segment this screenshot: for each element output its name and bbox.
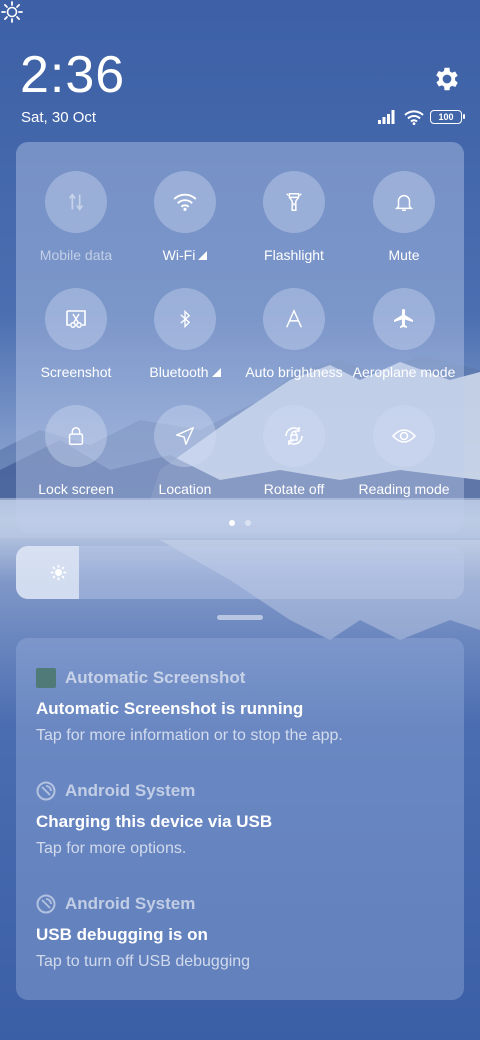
flashlight-icon	[286, 193, 302, 211]
page-dot[interactable]	[245, 520, 251, 526]
tile-flashlight[interactable]: Flashlight	[239, 171, 349, 263]
rotate-lock-icon	[285, 427, 303, 445]
page-indicator[interactable]	[16, 520, 464, 526]
eye-icon	[391, 429, 417, 443]
submenu-indicator-icon[interactable]	[198, 251, 208, 260]
notification-panel: Automatic Screenshot Automatic Screensho…	[16, 638, 464, 1000]
auto-brightness-icon	[285, 308, 303, 328]
brightness-slider[interactable]	[16, 546, 464, 599]
wifi-icon	[404, 109, 424, 125]
sun-low-icon	[50, 564, 67, 581]
airplane-icon	[394, 309, 413, 328]
notification-text: Tap for more options.	[36, 840, 187, 857]
submenu-indicator-icon[interactable]	[211, 368, 221, 377]
tile-reading-mode[interactable]: Reading mode	[349, 405, 459, 497]
battery-icon: 100	[430, 110, 465, 124]
tile-label: Aeroplane mode	[352, 364, 456, 380]
drag-handle[interactable]	[217, 615, 263, 620]
tile-mobile-data[interactable]: Mobile data	[21, 171, 131, 263]
notification-text: Tap for more information or to stop the …	[36, 727, 343, 744]
notification-item[interactable]: Android System USB debugging is on Tap t…	[36, 893, 456, 971]
tile-wifi[interactable]: Wi-Fi	[130, 171, 240, 263]
notification-title: USB debugging is on	[36, 925, 208, 944]
gear-icon[interactable]	[432, 64, 462, 94]
tile-label: Rotate off	[263, 481, 325, 497]
tile-auto-brightness[interactable]: Auto brightness	[239, 288, 349, 380]
app-square-icon	[36, 668, 56, 688]
notification-item[interactable]: Automatic Screenshot Automatic Screensho…	[36, 667, 456, 745]
tile-label: Auto brightness	[245, 364, 343, 380]
lock-icon	[68, 427, 84, 445]
tile-label: Lock screen	[38, 481, 114, 497]
notification-title: Automatic Screenshot is running	[36, 699, 304, 718]
tile-label: Bluetooth	[149, 364, 209, 380]
location-icon	[176, 427, 194, 445]
notification-item[interactable]: Android System Charging this device via …	[36, 780, 456, 858]
screenshot-icon	[66, 310, 86, 328]
clock-time[interactable]: 2:36	[20, 44, 125, 106]
tile-bluetooth[interactable]: Bluetooth	[130, 288, 240, 380]
status-bar-icons: 100	[378, 108, 465, 126]
notification-app-name: Android System	[65, 781, 196, 800]
battery-level: 100	[438, 112, 454, 122]
notification-title: Charging this device via USB	[36, 812, 273, 831]
tile-aeroplane-mode[interactable]: Aeroplane mode	[349, 288, 459, 380]
notification-app-name: Automatic Screenshot	[65, 668, 246, 687]
bluetooth-icon	[180, 309, 191, 329]
android-system-icon	[36, 894, 56, 914]
tile-location[interactable]: Location	[130, 405, 240, 497]
quick-settings-panel: Mobile data Wi-Fi Flashlight Mute Screen…	[16, 142, 464, 533]
tile-label: Wi-Fi	[162, 247, 196, 263]
notification-app-name: Android System	[65, 894, 196, 913]
tile-mute[interactable]: Mute	[349, 171, 459, 263]
tile-label: Location	[158, 481, 212, 497]
tile-label: Mute	[388, 247, 420, 263]
tile-label: Mobile data	[39, 247, 113, 263]
notification-text: Tap to turn off USB debugging	[36, 953, 251, 970]
bell-icon	[394, 194, 414, 211]
tile-screenshot[interactable]: Screenshot	[21, 288, 131, 380]
sun-high-icon	[1, 1, 23, 23]
tile-label: Screenshot	[40, 364, 112, 380]
mobile-data-icon	[68, 193, 84, 211]
android-system-icon	[36, 781, 56, 801]
tile-label: Reading mode	[358, 481, 450, 497]
signal-icon	[378, 110, 395, 124]
tile-lock-screen[interactable]: Lock screen	[21, 405, 131, 497]
page-dot[interactable]	[229, 520, 235, 526]
wifi-icon	[173, 193, 197, 211]
clock-date[interactable]: Sat, 30 Oct	[21, 109, 96, 126]
tile-rotate-off[interactable]: Rotate off	[239, 405, 349, 497]
tile-label: Flashlight	[264, 247, 324, 263]
